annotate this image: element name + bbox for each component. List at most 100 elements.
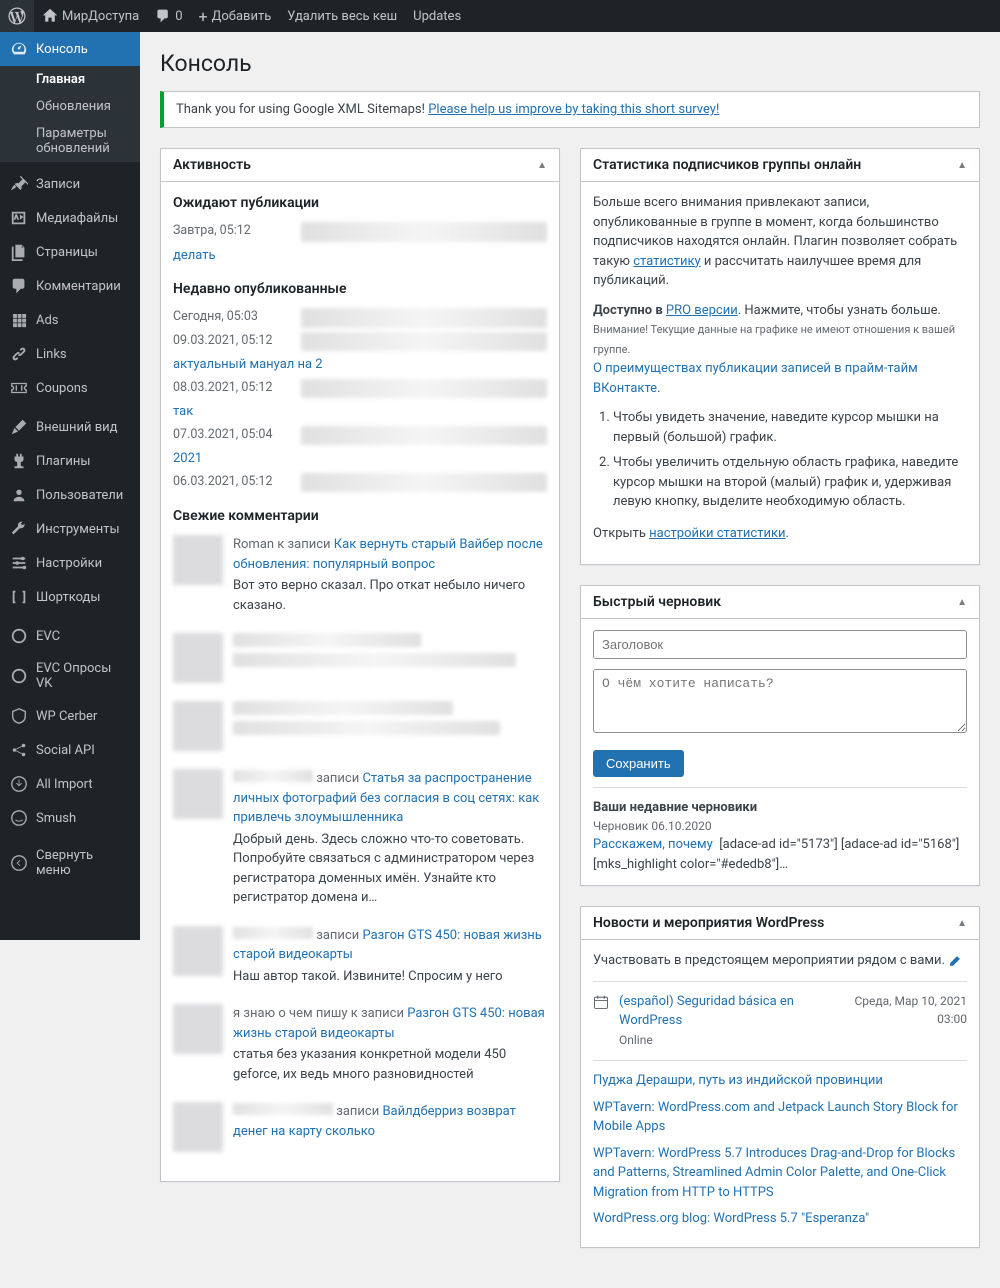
calendar-icon [593,994,609,1010]
comment-icon [155,8,171,24]
sidebar-item-links[interactable]: Links [0,337,140,371]
sidebar-item-pages[interactable]: Страницы [0,235,140,269]
sidebar-item-plugins[interactable]: Плагины [0,444,140,478]
recent-draft-link[interactable]: Расскажем, почему [593,837,713,852]
sidebar-item-cerber[interactable]: WP Cerber [0,699,140,733]
comments-link[interactable]: 0 [147,0,190,32]
pro-link[interactable]: PRO версии [666,303,738,318]
comment-item: Roman к записи Как вернуть старый Вайбер… [173,535,547,615]
avatar [173,769,223,819]
sliders-icon [10,554,28,572]
edit-icon[interactable] [948,954,962,968]
recent-post-link[interactable]: так [173,402,193,422]
sidebar-collapse[interactable]: Свернуть меню [0,840,140,886]
stats-box: Статистика подписчиков группы онлайн ▲ Б… [580,148,980,565]
page-icon [10,243,28,261]
wp-logo[interactable] [0,0,34,32]
coupon-icon [10,379,28,397]
smush-icon [10,809,28,827]
draft-content-input[interactable] [593,669,967,733]
add-new-text: Добавить [212,9,272,24]
add-new-link[interactable]: + Добавить [191,0,280,32]
toggle-icon[interactable]: ▲ [537,160,547,171]
toggle-icon[interactable]: ▲ [957,597,967,608]
brackets-icon [10,588,28,606]
grid-icon [10,311,28,329]
stats-settings-link[interactable]: настройки статистики [649,526,785,541]
wordpress-icon [8,7,26,25]
event-link[interactable]: (español) Seguridad básica en WordPress [619,994,794,1029]
circle-icon [10,667,28,685]
recent-post-link[interactable]: актуальный мануал на 2 [173,355,323,375]
comments-count: 0 [175,9,182,24]
news-link[interactable]: WPTavern: WordPress.com and Jetpack Laun… [593,1100,958,1135]
sidebar-item-settings[interactable]: Настройки [0,546,140,580]
stats-link[interactable]: статистику [633,254,700,269]
sidebar-item-comments[interactable]: Комментарии [0,269,140,303]
comment-item: записи Вайлдберриз возврат денег на карт… [173,1102,547,1152]
shield-icon [10,707,28,725]
site-name-text: МирДоступа [62,9,139,24]
circle-icon [10,627,28,645]
toggle-icon[interactable]: ▲ [957,918,967,929]
toggle-icon[interactable]: ▲ [957,160,967,171]
comment-item: я знаю о чем пишу к записи Разгон GTS 45… [173,1004,547,1084]
admin-sidebar: Консоль Главная Обновления Параметры обн… [0,32,140,940]
recent-post-link[interactable]: 2021 [173,449,202,469]
draft-title-input[interactable] [593,630,967,659]
sidebar-item-social[interactable]: Social API [0,733,140,767]
comments-icon [10,277,28,295]
dashboard-icon [10,40,28,58]
sidebar-item-coupons[interactable]: Coupons [0,371,140,405]
sidebar-item-posts[interactable]: Записи [0,167,140,201]
sidebar-item-evc[interactable]: EVC [0,619,140,653]
activity-header: Активность ▲ [161,149,559,182]
news-link[interactable]: WPTavern: WordPress 5.7 Introduces Drag-… [593,1146,955,1200]
sidebar-item-ads[interactable]: Ads [0,303,140,337]
link-icon [10,345,28,363]
import-icon [10,775,28,793]
brush-icon [10,418,28,436]
wrench-icon [10,520,28,538]
avatar [173,633,223,683]
sidebar-item-media[interactable]: Медиафайлы [0,201,140,235]
notice-xml-sitemaps: Thank you for using Google XML Sitemaps!… [160,91,980,128]
pin-icon [10,175,28,193]
comment-item: записи Статья за распространение личных … [173,769,547,908]
sidebar-item-dashboard[interactable]: Консоль [0,32,140,66]
sidebar-item-appearance[interactable]: Внешний вид [0,410,140,444]
comment-item [173,701,547,751]
pending-post-link[interactable]: делать [173,246,216,266]
sidebar-sub-update-params[interactable]: Параметры обновлений [0,120,140,162]
plugin-icon [10,452,28,470]
sidebar-item-tools[interactable]: Инструменты [0,512,140,546]
news-link[interactable]: WordPress.org blog: WordPress 5.7 "Esper… [593,1211,869,1226]
sidebar-sub-home[interactable]: Главная [0,66,140,93]
purge-cache-link[interactable]: Удалить весь кеш [279,0,405,32]
avatar [173,926,223,976]
home-icon [42,8,58,24]
sidebar-item-shortcodes[interactable]: Шорткоды [0,580,140,614]
share-icon [10,741,28,759]
sidebar-item-smush[interactable]: Smush [0,801,140,835]
updates-link[interactable]: Updates [405,0,469,32]
quick-draft-box: Быстрый черновик ▲ Сохранить Ваши недавн… [580,585,980,886]
avatar [173,1004,223,1054]
vk-advantages-link[interactable]: О преимуществах публикации записей в пра… [593,361,918,396]
notice-survey-link[interactable]: Please help us improve by taking this sh… [428,102,719,117]
sidebar-item-users[interactable]: Пользователи [0,478,140,512]
sidebar-item-import[interactable]: All Import [0,767,140,801]
page-title: Консоль [160,50,980,77]
site-name-link[interactable]: МирДоступа [34,0,147,32]
save-draft-button[interactable]: Сохранить [593,750,684,777]
sidebar-sub-updates[interactable]: Обновления [0,93,140,120]
sidebar-submenu: Главная Обновления Параметры обновлений [0,66,140,162]
plus-icon: + [199,7,208,26]
avatar [173,535,223,585]
news-link[interactable]: Пуджа Дерашри, путь из индийской провинц… [593,1073,883,1088]
media-icon [10,209,28,227]
users-icon [10,486,28,504]
comment-item [173,633,547,683]
main-content: Консоль Thank you for using Google XML S… [140,32,1000,1288]
sidebar-item-evc-polls[interactable]: EVC Опросы VK [0,653,140,699]
